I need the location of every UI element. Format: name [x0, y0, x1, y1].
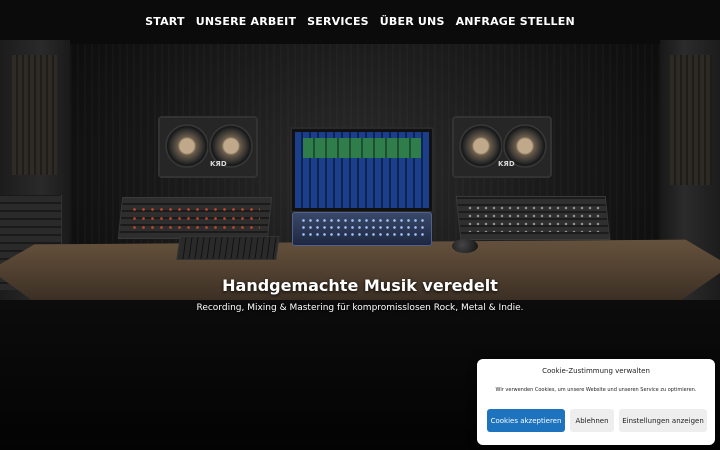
speaker-badge: KЯD: [210, 160, 227, 168]
cookie-button-group: Cookies akzeptieren Ablehnen Einstellung…: [487, 409, 707, 432]
hero-title: Handgemachte Musik veredelt: [222, 276, 498, 295]
accept-cookies-button[interactable]: Cookies akzeptieren: [487, 409, 565, 432]
keyboard: [176, 236, 280, 260]
nav-item-ueber-uns[interactable]: ÜBER UNS: [374, 15, 450, 28]
console-buttons: [300, 217, 424, 239]
cookie-text: Wir verwenden Cookies, um unsere Website…: [495, 387, 697, 393]
gear-right-knobs: [466, 204, 600, 232]
deny-cookies-button[interactable]: Ablehnen: [570, 409, 614, 432]
main-navigation: START UNSERE ARBEIT SERVICES ÜBER UNS AN…: [0, 0, 720, 42]
mouse: [452, 239, 478, 253]
nav-item-unsere-arbeit[interactable]: UNSERE ARBEIT: [190, 15, 301, 28]
speaker-right: KЯD: [452, 116, 552, 178]
woofer: [164, 123, 210, 169]
daw-screen: [295, 132, 429, 208]
nav-item-start[interactable]: START: [140, 15, 191, 28]
gear-left-knobs: [130, 205, 260, 231]
hero-subtitle: Recording, Mixing & Mastering für kompro…: [196, 303, 524, 313]
left-acoustic-panel: [12, 55, 57, 175]
nav-item-services[interactable]: SERVICES: [302, 15, 375, 28]
right-acoustic-panel: [670, 55, 712, 185]
speaker-left: KЯD: [158, 116, 258, 178]
nav-item-anfrage-stellen[interactable]: ANFRAGE STELLEN: [450, 15, 580, 28]
speaker-badge: KЯD: [498, 160, 515, 168]
cookie-consent-banner: Cookie-Zustimmung verwalten Wir verwende…: [477, 359, 715, 445]
cookie-title: Cookie-Zustimmung verwalten: [542, 367, 650, 375]
cookie-settings-button[interactable]: Einstellungen anzeigen: [619, 409, 707, 432]
studio-monitor-screen: [290, 127, 434, 213]
